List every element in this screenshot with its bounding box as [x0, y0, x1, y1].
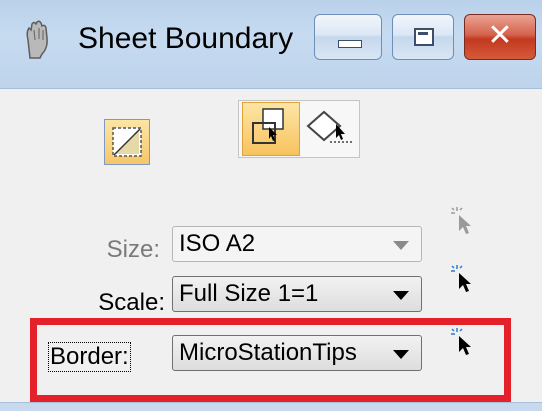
- border-label: Border:: [48, 342, 131, 372]
- window-title: Sheet Boundary: [78, 22, 294, 55]
- size-label: Size:: [106, 236, 160, 263]
- place-sheet-boundary-icon: [252, 108, 284, 144]
- chevron-down-icon: [393, 241, 409, 250]
- border-value: MicroStationTips: [179, 339, 357, 366]
- scale-label: Scale:: [98, 289, 165, 316]
- scale-dropdown[interactable]: Full Size 1=1: [172, 276, 422, 312]
- close-button[interactable]: ✕: [464, 14, 536, 60]
- size-value: ISO A2: [179, 230, 256, 257]
- chevron-down-icon: [393, 350, 409, 359]
- hand-app-icon: [26, 20, 48, 59]
- maximize-icon: [414, 28, 434, 46]
- chevron-down-icon: [393, 291, 409, 300]
- place-rectangle-icon: [112, 127, 142, 157]
- border-pick-icon[interactable]: [451, 328, 475, 358]
- modify-boundary-icon: [306, 110, 352, 143]
- scale-pick-icon[interactable]: [451, 265, 475, 295]
- place-sheet-boundary-tool-button[interactable]: [242, 102, 300, 156]
- size-dropdown[interactable]: ISO A2: [172, 226, 422, 262]
- minimize-icon: [338, 40, 362, 48]
- size-pick-icon[interactable]: [451, 207, 475, 237]
- sheet-boundary-dialog: Sheet Boundary ✕ Size: ISO A2 Scale: Ful…: [0, 0, 542, 411]
- minimize-button[interactable]: [314, 14, 382, 60]
- border-dropdown[interactable]: MicroStationTips: [172, 335, 422, 371]
- scale-value: Full Size 1=1: [179, 280, 319, 307]
- modify-boundary-tool-button[interactable]: [302, 104, 358, 154]
- place-rectangle-tool-button[interactable]: [104, 119, 150, 165]
- close-icon: ✕: [487, 18, 513, 53]
- maximize-button[interactable]: [392, 14, 454, 60]
- title-bar[interactable]: Sheet Boundary ✕: [0, 0, 542, 89]
